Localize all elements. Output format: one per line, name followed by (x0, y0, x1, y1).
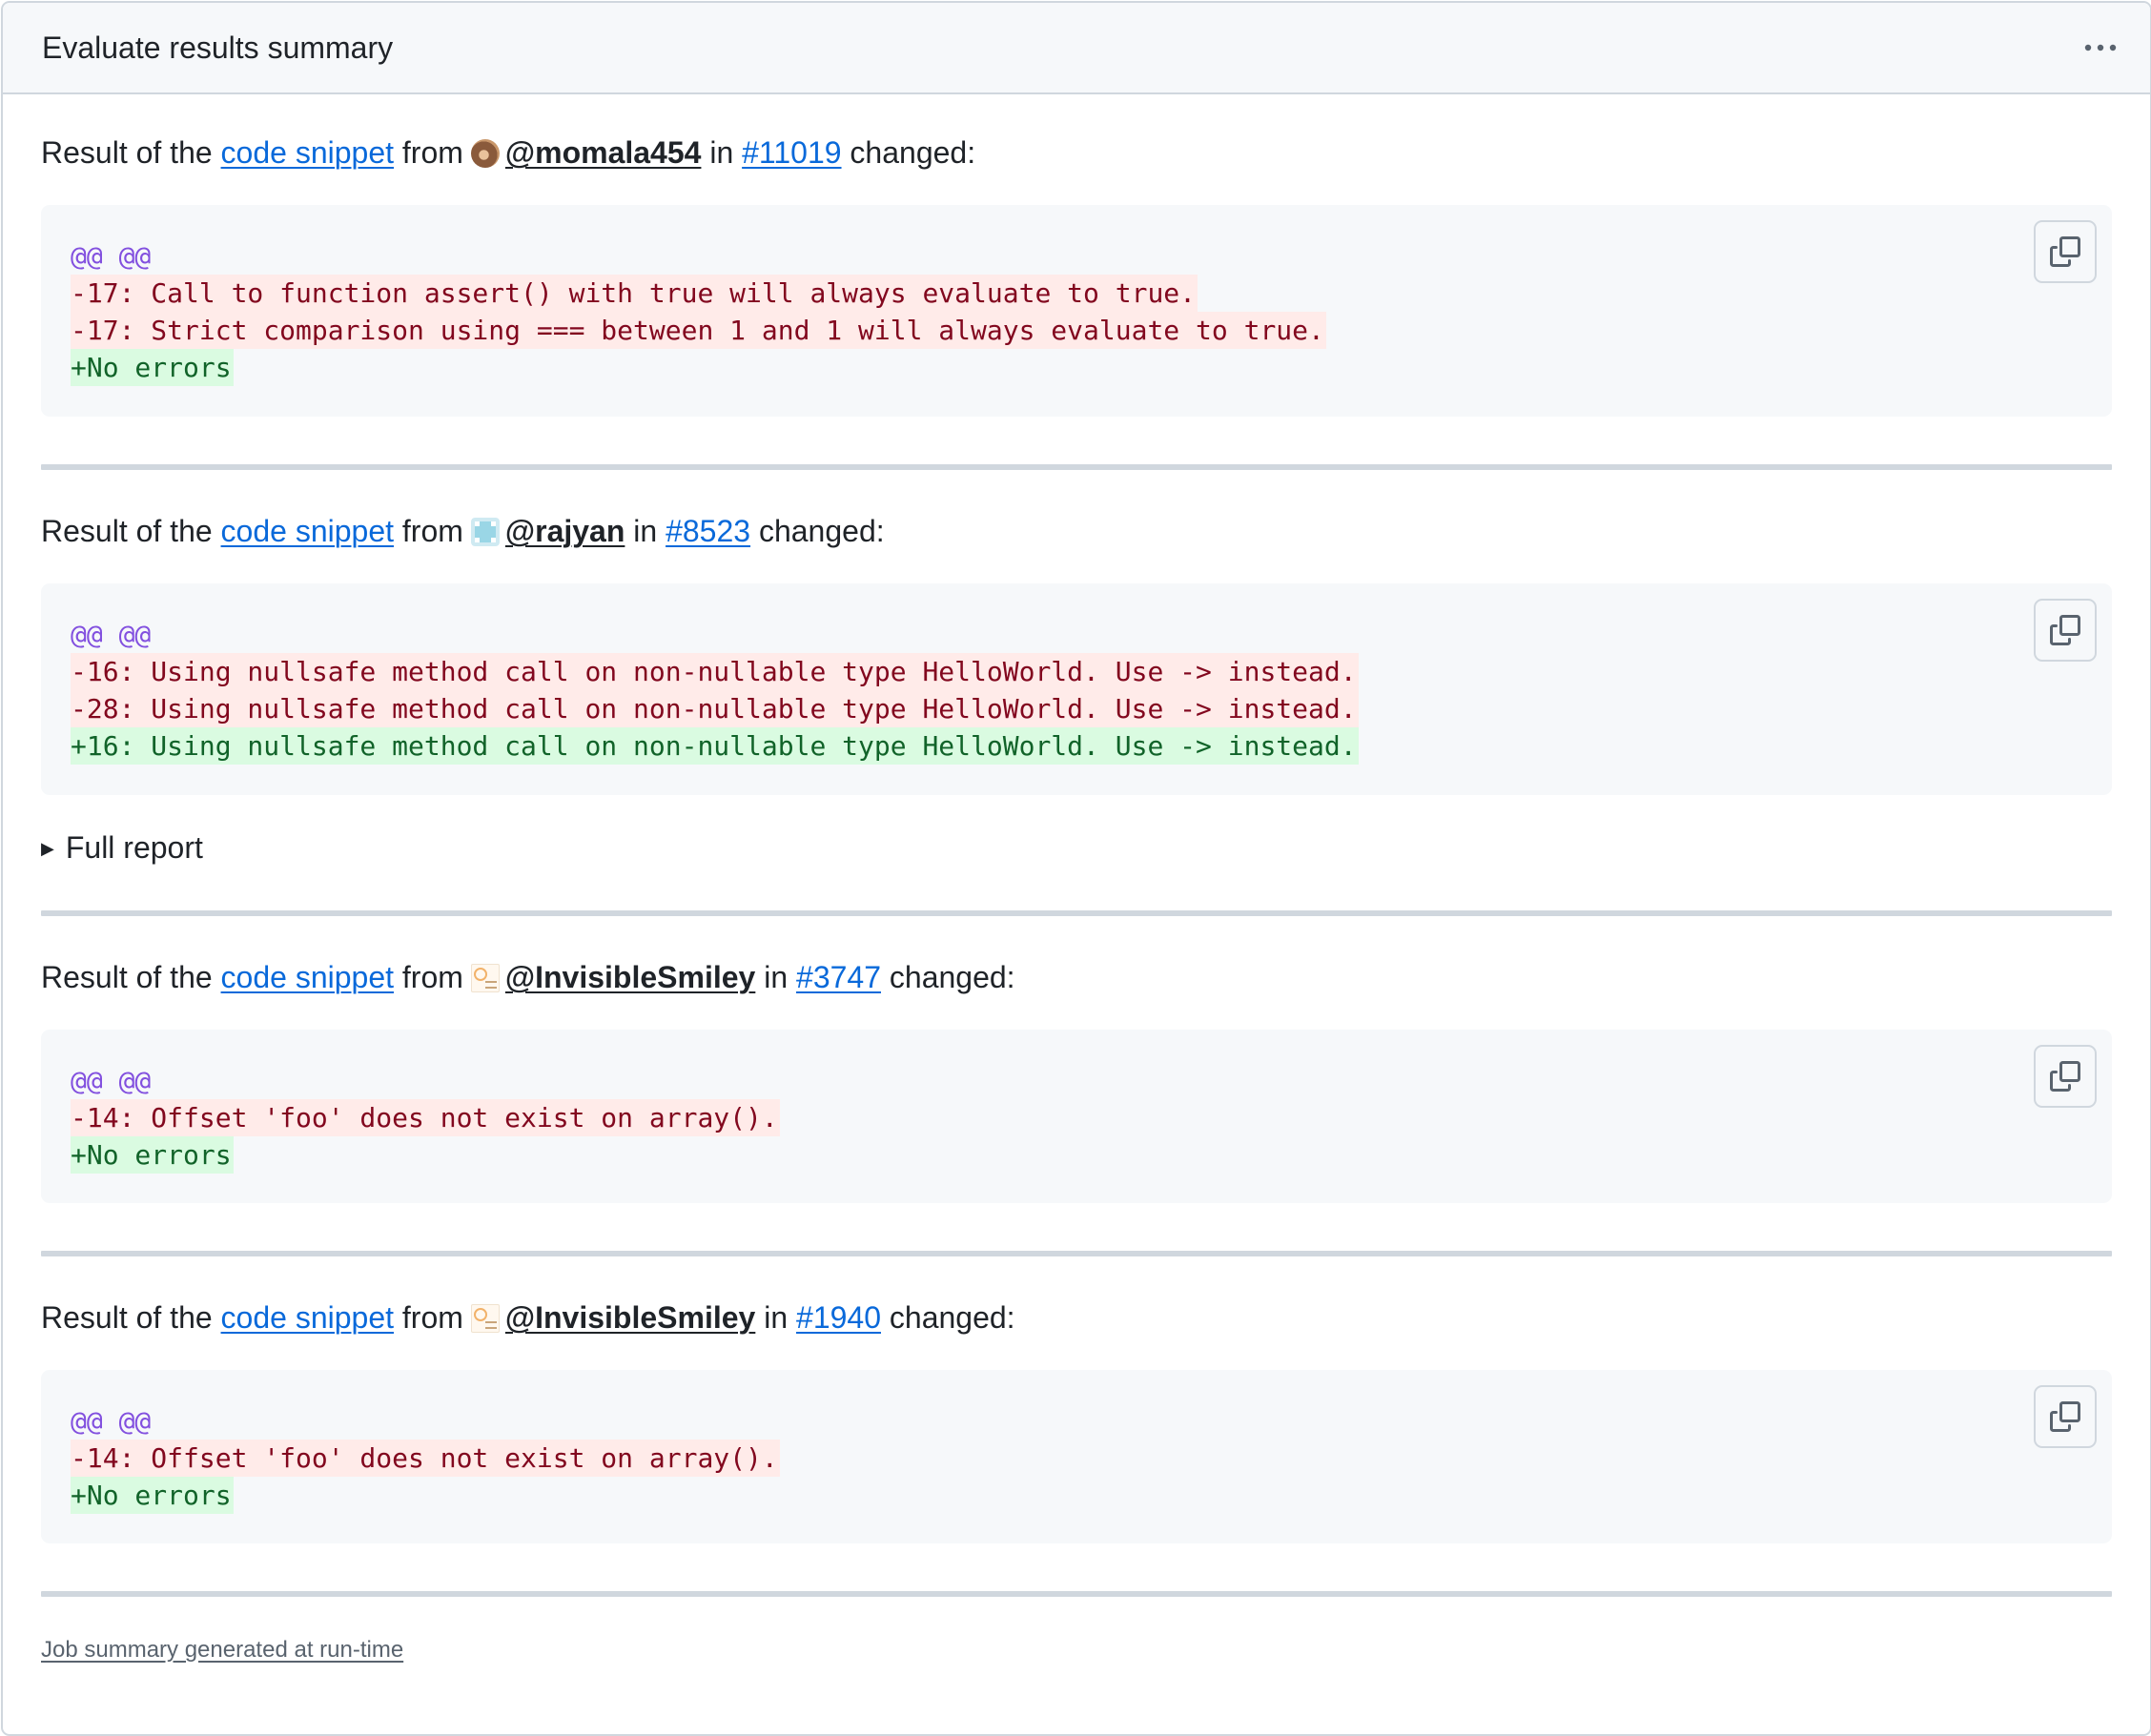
diff-deleted-line: -17: Call to function assert() with true… (71, 275, 2082, 312)
diff-hunk-line: @@ @@ (71, 240, 152, 272)
kebab-horizontal-icon (2084, 44, 2117, 51)
result-prefix: Result of the (41, 960, 213, 994)
issue-link[interactable]: #8523 (666, 514, 750, 548)
diff-added-line: +16: Using nullsafe method call on non-n… (71, 727, 2082, 765)
footer: Job summary generated at run-time (41, 1637, 2112, 1664)
result-heading: Result of the code snippet from @rajyan i… (41, 510, 2112, 552)
diff-code: @@ @@ -16: Using nullsafe method call on … (71, 616, 2082, 765)
from-word: from (401, 960, 463, 994)
result-heading: Result of the code snippet from @Invisibl… (41, 1297, 2112, 1338)
full-report-toggle[interactable]: ▶ Full report (41, 827, 2112, 869)
user-avatar[interactable] (470, 518, 500, 546)
diff-code: @@ @@ -14: Offset 'foo' does not exist on… (71, 1062, 2082, 1174)
section-divider (41, 1251, 2112, 1256)
job-summary-note[interactable]: Job summary generated at run-time (41, 1637, 403, 1663)
result-prefix: Result of the (41, 514, 213, 548)
result-prefix: Result of the (41, 135, 213, 170)
diff-code-block: @@ @@ -14: Offset 'foo' does not exist on… (41, 1370, 2112, 1543)
in-word: in (764, 1300, 789, 1335)
user-avatar[interactable] (470, 964, 500, 992)
from-word: from (401, 135, 463, 170)
diff-deleted-line: -17: Strict comparison using === between… (71, 312, 2082, 349)
result-heading: Result of the code snippet from @Invisibl… (41, 956, 2112, 998)
issue-link[interactable]: #11019 (742, 135, 841, 170)
diff-code-block: @@ @@ -14: Offset 'foo' does not exist on… (41, 1030, 2112, 1203)
result-suffix: changed: (889, 1300, 1015, 1335)
copy-icon (2050, 236, 2080, 267)
section-divider (41, 1591, 2112, 1597)
copy-icon (2050, 1061, 2080, 1092)
copy-button[interactable] (2034, 1385, 2097, 1448)
copy-icon (2050, 615, 2080, 645)
diff-added-line: +No errors (71, 349, 2082, 386)
section-divider (41, 464, 2112, 470)
panel-header: Evaluate results summary (3, 3, 2150, 94)
diff-code: @@ @@ -14: Offset 'foo' does not exist on… (71, 1402, 2082, 1514)
result-suffix: changed: (758, 514, 885, 548)
user-link[interactable]: @InvisibleSmiley (505, 1300, 755, 1335)
diff-added-line: +No errors (71, 1477, 2082, 1514)
copy-icon (2050, 1401, 2080, 1432)
diff-code: @@ @@ -17: Call to function assert() with… (71, 237, 2082, 386)
result-block: Result of the code snippet from @Invisibl… (41, 956, 2112, 1256)
user-link[interactable]: @InvisibleSmiley (505, 960, 755, 994)
user-avatar[interactable] (470, 1304, 500, 1333)
result-heading: Result of the code snippet from @momala45… (41, 132, 2112, 174)
more-options-button[interactable] (2078, 25, 2123, 71)
details-label: Full report (65, 830, 203, 865)
summary-content: Result of the code snippet from @momala45… (3, 132, 2150, 1664)
copy-button[interactable] (2034, 1045, 2097, 1108)
user-avatar[interactable] (470, 139, 500, 168)
from-word: from (401, 1300, 463, 1335)
result-prefix: Result of the (41, 1300, 213, 1335)
diff-deleted-line: -16: Using nullsafe method call on non-n… (71, 653, 2082, 690)
issue-link[interactable]: #3747 (796, 960, 881, 994)
copy-button[interactable] (2034, 599, 2097, 662)
result-suffix: changed: (850, 135, 976, 170)
diff-hunk-line: @@ @@ (71, 619, 152, 650)
diff-code-block: @@ @@ -16: Using nullsafe method call on … (41, 583, 2112, 795)
diff-hunk-line: @@ @@ (71, 1405, 152, 1437)
diff-deleted-line: -14: Offset 'foo' does not exist on arra… (71, 1440, 2082, 1477)
diff-code-block: @@ @@ -17: Call to function assert() with… (41, 205, 2112, 417)
copy-button[interactable] (2034, 220, 2097, 283)
user-link[interactable]: @momala454 (505, 135, 702, 170)
diff-deleted-line: -28: Using nullsafe method call on non-n… (71, 690, 2082, 727)
diff-deleted-line: -14: Offset 'foo' does not exist on arra… (71, 1099, 2082, 1136)
code-snippet-link[interactable]: code snippet (221, 960, 394, 994)
issue-link[interactable]: #1940 (796, 1300, 881, 1335)
result-block: Result of the code snippet from @Invisibl… (41, 1297, 2112, 1597)
panel-title: Evaluate results summary (42, 30, 394, 65)
in-word: in (709, 135, 734, 170)
result-block: Result of the code snippet from @momala45… (41, 132, 2112, 470)
result-block: Result of the code snippet from @rajyan i… (41, 510, 2112, 916)
user-link[interactable]: @rajyan (505, 514, 625, 548)
in-word: in (764, 960, 789, 994)
triangle-right-icon: ▶ (41, 839, 54, 858)
section-divider (41, 910, 2112, 916)
job-summary-panel: Evaluate results summary Result of the c… (1, 1, 2151, 1736)
code-snippet-link[interactable]: code snippet (221, 135, 394, 170)
in-word: in (633, 514, 658, 548)
code-snippet-link[interactable]: code snippet (221, 514, 394, 548)
diff-added-line: +No errors (71, 1136, 2082, 1174)
code-snippet-link[interactable]: code snippet (221, 1300, 394, 1335)
result-suffix: changed: (889, 960, 1015, 994)
from-word: from (401, 514, 463, 548)
diff-hunk-line: @@ @@ (71, 1065, 152, 1096)
